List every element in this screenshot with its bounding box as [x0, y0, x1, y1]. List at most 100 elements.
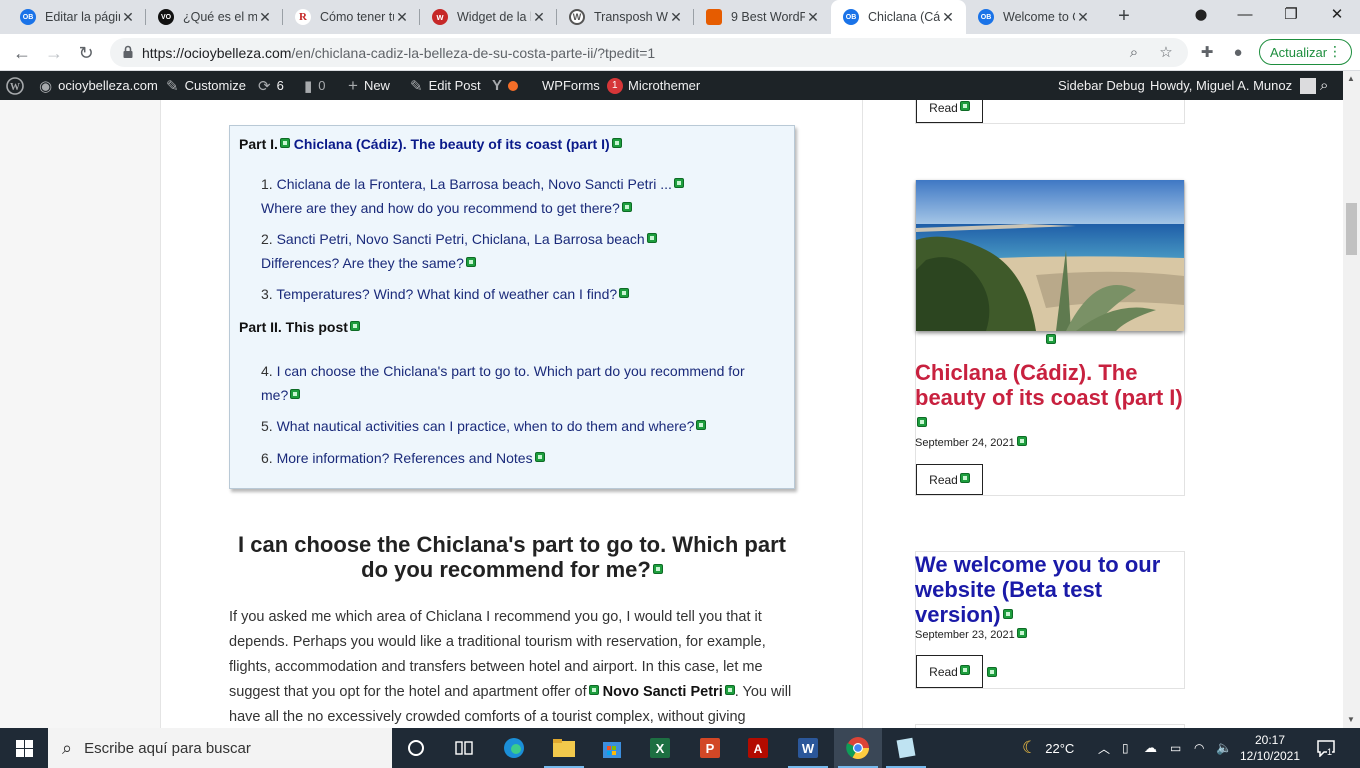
translate-icon[interactable] [279, 138, 290, 149]
toc-item-2-line-1[interactable]: Sancti Petri, Novo Sancti Petri, Chiclan… [277, 231, 645, 247]
file-explorer-icon[interactable] [540, 728, 588, 768]
translate-icon[interactable] [1046, 334, 1056, 344]
reload-icon[interactable]: ↻ [72, 39, 100, 67]
customize-link[interactable]: ✎ Customize [166, 71, 246, 100]
translate-icon[interactable] [1002, 609, 1013, 620]
toc-item-3[interactable]: 3. Temperatures? Wind? What kind of weat… [261, 282, 771, 306]
toc-item-4-text[interactable]: I can choose the Chiclana's part to go t… [261, 363, 745, 403]
close-icon[interactable]: ✕ [257, 9, 273, 26]
task-view-icon[interactable] [440, 728, 488, 768]
site-name-link[interactable]: ◉ ocioybelleza.com [39, 71, 158, 100]
toc-item-5[interactable]: 5. What nautical activities can I practi… [261, 414, 771, 438]
microthemer-link[interactable]: Microthemer [628, 71, 700, 100]
zoom-icon[interactable]: ⌕ [1124, 43, 1144, 63]
tab-widget[interactable]: w Widget de la barra ✕ [420, 0, 557, 34]
onedrive-icon[interactable]: ☁ [1144, 728, 1157, 768]
restore-icon[interactable]: ❐ [1268, 0, 1314, 30]
yoast-link[interactable]: Y [492, 71, 528, 100]
toc-item-2[interactable]: 2. Sancti Petri, Novo Sancti Petri, Chic… [261, 227, 771, 275]
toc-item-3-text[interactable]: Temperatures? Wind? What kind of weather… [276, 286, 617, 302]
back-icon[interactable]: ← [8, 39, 36, 67]
tab-chiclana-active[interactable]: OB Chiclana (Cádiz) ✕ [831, 0, 966, 34]
update-button[interactable]: Actualizar ⋮ [1259, 39, 1352, 65]
sidebar-debug-link[interactable]: Sidebar Debug [1058, 71, 1145, 100]
post-title-1-text[interactable]: Chiclana (Cádiz). The beauty of its coas… [915, 360, 1183, 410]
translate-icon[interactable] [673, 178, 684, 189]
toc-item-1[interactable]: 1. Chiclana de la Frontera, La Barrosa b… [261, 172, 771, 220]
notepad-icon[interactable] [882, 728, 930, 768]
translate-icon[interactable] [349, 321, 360, 332]
toc-item-4[interactable]: 4. I can choose the Chiclana's part to g… [261, 359, 771, 407]
show-hidden-icons-icon[interactable]: ︿ [1098, 728, 1110, 768]
comments-link[interactable]: ▮ 0 [304, 71, 326, 100]
translate-icon[interactable] [959, 664, 970, 675]
close-icon[interactable]: ✕ [940, 9, 956, 26]
translate-icon[interactable] [588, 685, 599, 696]
translate-icon[interactable] [959, 472, 970, 483]
powerpoint-icon[interactable]: P [686, 728, 734, 768]
translate-icon[interactable] [917, 417, 927, 428]
post-title-1[interactable]: Chiclana (Cádiz). The beauty of its coas… [915, 360, 1187, 435]
updates-link[interactable]: ⟳ 6 [258, 71, 284, 100]
address-bar[interactable]: https://ocioybelleza.com/en/chiclana-cad… [110, 38, 1188, 67]
device-icon[interactable]: ▯ [1122, 728, 1129, 768]
beach-thumbnail-image[interactable] [916, 180, 1184, 331]
lock-icon[interactable] [120, 44, 136, 60]
translate-icon[interactable] [696, 420, 707, 431]
translate-icon[interactable] [290, 389, 301, 400]
post-title-2-text[interactable]: We welcome you to our website (Beta test… [915, 552, 1160, 627]
close-window-icon[interactable]: ✕ [1314, 0, 1360, 30]
translate-icon[interactable] [652, 564, 663, 575]
close-icon[interactable]: ✕ [531, 9, 547, 26]
toc-item-6-text[interactable]: More information? References and Notes [277, 450, 533, 466]
new-content-link[interactable]: + New [348, 71, 390, 100]
translate-icon[interactable] [987, 667, 997, 677]
translate-icon[interactable] [465, 257, 476, 268]
weather-widget[interactable]: ☾ 22°C [1022, 728, 1074, 768]
translate-icon[interactable] [611, 138, 622, 149]
windows-start-button[interactable] [0, 728, 48, 768]
toc-item-1-line-1[interactable]: Chiclana de la Frontera, La Barrosa beac… [277, 176, 672, 192]
acrobat-icon[interactable]: A [734, 728, 782, 768]
taskbar-search-box[interactable]: ⌕ Escribe aquí para buscar [48, 728, 392, 768]
minimize-icon[interactable]: — [1222, 0, 1268, 30]
excel-icon[interactable]: X [636, 728, 684, 768]
tab-transposh[interactable]: W Transposh Wordpress ✕ [557, 0, 694, 34]
profile-icon[interactable]: ● [1228, 43, 1248, 63]
tab-welcome[interactable]: OB Welcome to O ✕ [966, 0, 1101, 34]
translate-icon[interactable] [646, 233, 657, 244]
volume-icon[interactable]: 🔈 [1216, 728, 1232, 768]
search-icon[interactable]: ⌕ [1320, 71, 1328, 100]
translate-icon[interactable] [534, 452, 545, 463]
read-button-post-2[interactable]: Read [916, 655, 983, 688]
toc-item-1-line-2[interactable]: Where are they and how do you recommend … [261, 200, 620, 216]
store-icon[interactable] [588, 728, 636, 768]
wpforms-link[interactable]: WPForms 1 [542, 71, 623, 100]
tab-como-tener[interactable]: R Cómo tener tu ✕ [283, 0, 420, 34]
notifications-icon[interactable]: 1 [1316, 728, 1335, 768]
post-title-2[interactable]: We welcome you to our website (Beta test… [915, 552, 1187, 627]
url-text[interactable]: https://ocioybelleza.com/en/chiclana-cad… [142, 45, 655, 61]
close-icon[interactable]: ✕ [120, 9, 136, 26]
translate-icon[interactable] [1016, 436, 1027, 447]
scroll-up-icon[interactable]: ▲ [1347, 74, 1355, 83]
tab-9best[interactable]: 9 Best WordPress ✕ [694, 0, 831, 34]
read-button-post-1[interactable]: Read [916, 464, 983, 495]
close-icon[interactable]: ✕ [1075, 9, 1091, 26]
translate-icon[interactable] [619, 288, 630, 299]
wifi-icon[interactable]: ◠ [1194, 728, 1204, 768]
menu-dots-icon[interactable]: ⋮ [1328, 43, 1342, 60]
word-icon[interactable]: W [784, 728, 832, 768]
toc-item-6[interactable]: 6. More information? References and Note… [261, 446, 771, 470]
chrome-icon[interactable] [834, 728, 882, 768]
clock[interactable]: 20:17 12/10/2021 [1240, 728, 1300, 768]
tab-marketing[interactable]: VO ¿Qué es el marketing ✕ [146, 0, 283, 34]
close-icon[interactable]: ✕ [394, 9, 410, 26]
edit-post-link[interactable]: ✎ Edit Post [410, 71, 481, 100]
close-icon[interactable]: ✕ [805, 9, 821, 26]
toc-part-1-link[interactable]: Chiclana (Cádiz). The beauty of its coas… [294, 136, 610, 152]
tab-search-icon[interactable]: ⬤ [1178, 0, 1224, 30]
bookmark-star-icon[interactable]: ☆ [1156, 43, 1176, 63]
translate-icon[interactable] [959, 100, 970, 111]
toc-item-5-text[interactable]: What nautical activities can I practice,… [277, 418, 695, 434]
